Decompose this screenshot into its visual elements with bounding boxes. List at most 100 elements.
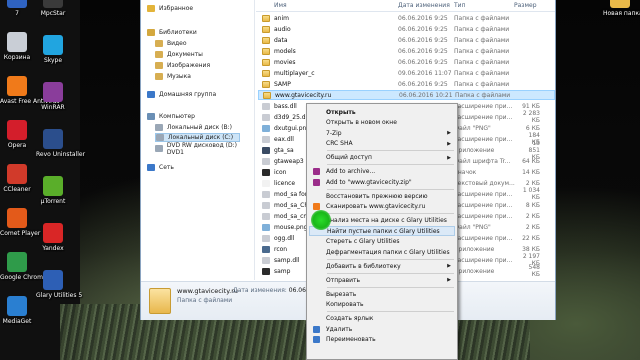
desktop-icon-label: CCleaner — [3, 186, 31, 193]
desktop-icon[interactable]: MpcStar — [36, 0, 70, 17]
desktop-icon[interactable]: 7 — [0, 0, 34, 17]
file-size: 548 КБ — [528, 264, 540, 278]
context-menu-item[interactable]: Копировать — [309, 300, 455, 310]
file-row[interactable]: SAMP 06.06.2016 9:25 Папка с файлами — [258, 79, 555, 89]
file-type: Расширение при... — [454, 212, 513, 220]
context-menu-item[interactable]: Вырезать — [309, 289, 455, 299]
desktop-icon[interactable]: Avast Free Antivirus — [0, 76, 60, 105]
file-name: SAMP — [274, 80, 291, 88]
context-menu-item[interactable]: Добавить в библиотеку ▶ — [309, 261, 455, 271]
cursor-highlight — [311, 210, 331, 230]
context-menu-item[interactable]: Восстановить прежнюю версию — [309, 191, 455, 201]
desktop-icon[interactable]: Skype — [36, 35, 70, 64]
desktop-icon[interactable]: CCleaner — [0, 164, 34, 193]
file-row[interactable]: anim 06.06.2016 9:25 Папка с файлами — [258, 13, 555, 23]
file-icon — [262, 256, 270, 264]
file-row[interactable]: movies 06.06.2016 9:25 Папка с файлами — [258, 57, 555, 67]
file-size: 2 КБ — [525, 179, 540, 187]
folder-icon — [262, 80, 270, 88]
context-menu-label: CRC SHA — [326, 140, 353, 147]
desktop-icon[interactable]: MediaGet — [0, 296, 34, 325]
submenu-arrow-icon: ▶ — [447, 140, 451, 147]
menu-separator — [327, 164, 454, 165]
menu-item-icon — [313, 336, 320, 343]
nav-item[interactable]: Документы — [155, 50, 203, 59]
desktop-icon[interactable]: Glary Utilities 5 — [36, 270, 82, 299]
nav-item[interactable]: Домашняя группа — [147, 90, 216, 99]
nav-item[interactable]: Сеть — [147, 163, 174, 172]
context-menu-item[interactable]: Сканировать www.gtavicecity.ru — [309, 202, 455, 212]
desktop-icon[interactable]: Новая папка40 — [603, 0, 640, 17]
context-menu-label: Сканировать www.gtavicecity.ru — [326, 203, 426, 210]
folder-icon — [262, 14, 270, 22]
file-name: multiplayer_c — [274, 69, 315, 77]
file-row[interactable]: audio 06.06.2016 9:25 Папка с файлами — [258, 24, 555, 34]
context-menu-item[interactable]: Дефрагментация папки с Glary Utilities — [309, 247, 455, 257]
nav-item[interactable]: Музыка — [155, 72, 191, 81]
context-menu-item[interactable]: Стереть с Glary Utilities — [309, 237, 455, 247]
nav-item[interactable]: Локальный диск (B:) — [155, 123, 232, 132]
context-menu-label: Дефрагментация папки с Glary Utilities — [326, 248, 450, 256]
context-menu-item[interactable]: Создать ярлык — [309, 314, 455, 324]
context-menu-label: Удалить — [326, 325, 353, 333]
context-menu-item[interactable]: Add to archive... — [309, 167, 455, 177]
context-menu-item[interactable]: Открыть — [309, 107, 455, 117]
context-menu-item[interactable]: 7-Zip ▶ — [309, 128, 455, 138]
context-menu-item[interactable]: Add to "www.gtavicecity.zip" — [309, 177, 455, 187]
context-menu-label: Add to archive... — [326, 168, 376, 175]
menu-separator — [327, 272, 454, 274]
desktop-icon[interactable]: WinRAR — [36, 82, 70, 111]
nav-item[interactable]: Изображения — [155, 61, 210, 70]
desktop-icon-label: Корзина — [3, 54, 31, 61]
context-menu-item[interactable]: Найти пустые папки с Glary Utilities — [309, 226, 455, 236]
file-row[interactable]: multiplayer_c 09.06.2016 11:07 Папка с фай… — [258, 68, 555, 78]
file-icon — [262, 267, 270, 275]
nav-item[interactable]: Компьютер — [147, 112, 195, 121]
context-menu-item[interactable]: Открыть в новом окне — [309, 118, 455, 128]
file-type: Файл "PNG" — [454, 223, 491, 231]
context-menu-item[interactable]: Отправить ▶ — [309, 275, 455, 285]
nav-item-label: Домашняя группа — [159, 91, 217, 98]
desktop-icon[interactable]: Google Chrome — [0, 252, 47, 281]
desktop-icon[interactable]: µTorrent — [36, 176, 70, 205]
file-name: www.gtavicecity.ru — [275, 91, 332, 99]
column-date[interactable]: Дата изменения — [398, 2, 450, 9]
desktop-icon-label: Skype — [43, 57, 63, 64]
file-name: licence — [274, 179, 296, 187]
file-date: 06.06.2016 9:25 — [398, 25, 448, 33]
context-menu-item[interactable]: Общий доступ ▶ — [309, 153, 455, 163]
nav-item-label: Изображения — [167, 62, 211, 69]
app-icon — [43, 176, 63, 196]
desktop-icon[interactable]: Revo Uninstaller — [36, 129, 86, 158]
nav-item[interactable]: Избранное — [147, 4, 193, 13]
desktop-icon-label: WinRAR — [41, 104, 65, 111]
desktop-icon[interactable]: Opera — [0, 120, 34, 149]
app-icon — [43, 270, 63, 290]
file-row[interactable]: models 06.06.2016 9:25 Папка с файлами — [258, 46, 555, 56]
desktop-icon-label: Google Chrome — [0, 274, 47, 281]
context-menu-item[interactable]: Удалить — [309, 324, 455, 334]
desktop-icon-label: Revo Uninstaller — [36, 151, 86, 158]
desktop-icon[interactable]: Comet Player — [0, 208, 40, 237]
nav-item[interactable]: DVD RW дисковод (D:) DVD1 — [155, 142, 254, 156]
column-type[interactable]: Тип — [454, 2, 466, 9]
nav-item[interactable]: Библиотеки — [147, 28, 197, 37]
app-icon — [7, 252, 27, 272]
column-size[interactable]: Размер — [514, 2, 537, 9]
app-icon — [7, 0, 27, 8]
file-row[interactable]: data 06.06.2016 9:25 Папка с файлами — [258, 35, 555, 45]
desktop-icon[interactable]: Yandex — [36, 223, 70, 252]
nav-item[interactable]: Видео — [155, 39, 187, 48]
context-menu-item[interactable]: CRC SHA ▶ — [309, 139, 455, 149]
context-menu-item[interactable]: Переименовать — [309, 335, 455, 345]
file-name: d3d9_25.dll — [274, 113, 309, 121]
file-size: 22 КБ — [522, 234, 540, 242]
details-type: Папка с файлами — [177, 297, 233, 304]
file-row[interactable]: www.gtavicecity.ru 06.06.2016 10:21 Папка … — [258, 90, 555, 100]
file-type: Папка с файлами — [454, 36, 510, 44]
desktop-icon-label: MediaGet — [2, 318, 32, 325]
column-name[interactable]: Имя — [274, 2, 287, 9]
desktop-icon[interactable]: Корзина — [0, 32, 34, 61]
menu-item-icon — [313, 325, 320, 333]
context-menu-label: Общий доступ — [326, 154, 372, 161]
